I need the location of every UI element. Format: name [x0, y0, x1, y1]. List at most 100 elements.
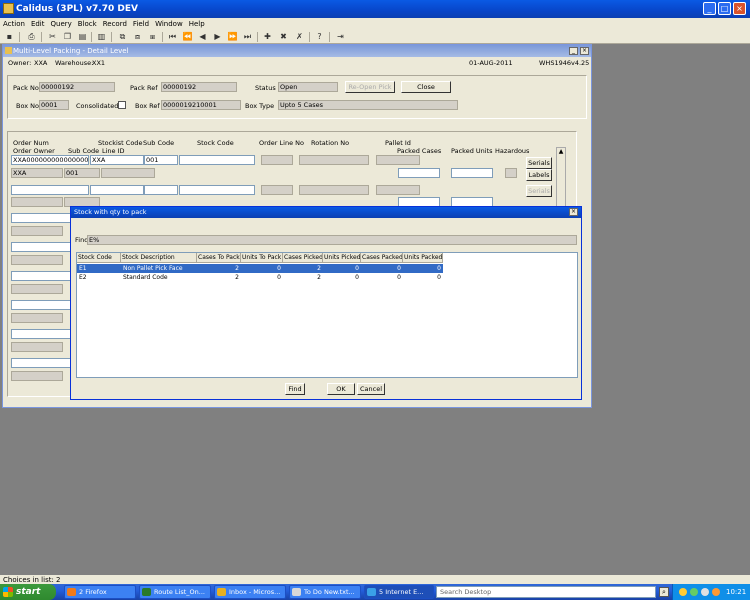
table-row[interactable]: E1 Non Pallet Pick Face 2 0 2 0 0 0 [77, 264, 443, 273]
delete-icon[interactable]: ▥ [96, 32, 107, 42]
cell-units-picked: 0 [355, 274, 359, 281]
menu-help[interactable]: Help [186, 18, 208, 30]
find-input[interactable]: E% [87, 235, 577, 245]
status-field[interactable]: Open [278, 82, 338, 92]
child-minimize-icon[interactable]: _ [569, 47, 578, 55]
stockist-code-field[interactable] [90, 185, 144, 195]
first-record-icon[interactable]: ⏮ [167, 32, 178, 42]
col-stock-description[interactable]: Stock Description [121, 253, 197, 263]
order-num-field[interactable] [11, 213, 71, 223]
cell-units-to-pack: 0 [241, 264, 283, 273]
tray-icon[interactable] [690, 588, 698, 596]
order-num-field[interactable] [11, 358, 71, 368]
last-record-icon[interactable]: ⏭ [242, 32, 253, 42]
app-title: Calidus (3PL) v7.70 DEV [16, 4, 138, 14]
tray-icon[interactable] [712, 588, 720, 596]
col-units-to-pack[interactable]: Units To Pack [241, 253, 283, 263]
ok-button[interactable]: OK [327, 383, 355, 395]
sub-code-field[interactable]: 001 [144, 155, 178, 165]
previous-set-icon[interactable]: ⏪ [182, 32, 193, 42]
cut-icon[interactable]: ✂ [47, 32, 58, 42]
menu-field[interactable]: Field [130, 18, 152, 30]
pallet-id-field [376, 155, 420, 165]
col-cases-picked[interactable]: Cases Picked [283, 253, 323, 263]
task-route-list[interactable]: Route List_On... [139, 585, 211, 599]
box-no-field[interactable]: 0001 [39, 100, 69, 110]
exit-icon[interactable]: ⇥ [335, 32, 346, 42]
col-units-packed[interactable]: Units Packed [403, 253, 443, 263]
order-num-field[interactable] [11, 242, 71, 252]
scroll-up-icon[interactable]: ▲ [557, 148, 565, 156]
print-icon[interactable]: ⎙ [26, 32, 37, 42]
order-num-field[interactable]: XXA000000000000000509 [11, 155, 89, 165]
cell-units-picked: 0 [323, 264, 361, 273]
clear-record-icon[interactable]: ✗ [294, 32, 305, 42]
order-num-field[interactable] [11, 185, 89, 195]
delete-record-icon[interactable]: ✖ [278, 32, 289, 42]
col-cases-to-pack[interactable]: Cases To Pack [197, 253, 241, 263]
menu-action[interactable]: Action [0, 18, 28, 30]
col-cases-packed[interactable]: Cases Packed [361, 253, 403, 263]
minimize-icon[interactable]: _ [703, 2, 716, 15]
next-record-icon[interactable]: ▶ [212, 32, 223, 42]
previous-record-icon[interactable]: ◀ [197, 32, 208, 42]
maximize-icon[interactable]: □ [718, 2, 731, 15]
serials-button[interactable]: Serials [526, 185, 552, 197]
next-set-icon[interactable]: ⏩ [227, 32, 238, 42]
task-label: To Do New.txt... [304, 588, 355, 596]
task-firefox[interactable]: 2 Firefox [64, 585, 136, 599]
box-ref-field[interactable]: 0000019210001 [161, 100, 241, 110]
query-icon[interactable]: ⧉ [117, 32, 128, 42]
labels-button[interactable]: Labels [526, 169, 552, 181]
col-units-picked[interactable]: Units Picked [323, 253, 361, 263]
order-num-field[interactable] [11, 271, 71, 281]
insert-record-icon[interactable]: ✚ [262, 32, 273, 42]
cell-stock-code: E1 [77, 264, 121, 273]
task-internet-explorer[interactable]: 5 Internet E... [364, 585, 434, 599]
close-icon[interactable]: × [733, 2, 746, 15]
execute-query-icon[interactable]: ⧈ [132, 32, 143, 42]
close-button[interactable]: Close [401, 81, 451, 93]
pack-no-field[interactable]: 00000192 [39, 82, 115, 92]
cancel-button[interactable]: Cancel [357, 383, 385, 395]
packed-units-field[interactable] [451, 168, 493, 178]
serials-button[interactable]: Serials [526, 157, 552, 169]
menu-window[interactable]: Window [152, 18, 186, 30]
stock-code-field[interactable] [179, 185, 255, 195]
task-todo[interactable]: To Do New.txt... [289, 585, 361, 599]
reopen-pick-button[interactable]: Re-Open Pick [345, 81, 395, 93]
stockist-code-field[interactable]: XXA [90, 155, 144, 165]
menu-edit[interactable]: Edit [28, 18, 48, 30]
tray-icon[interactable] [679, 588, 687, 596]
child-close-icon[interactable]: × [580, 47, 589, 55]
save-icon[interactable]: ▪ [4, 32, 15, 42]
menu-record[interactable]: Record [100, 18, 130, 30]
order-num-field[interactable] [11, 300, 71, 310]
packed-cases-field[interactable] [398, 168, 440, 178]
col-stock-code[interactable]: Stock Code [77, 253, 121, 263]
table-row[interactable]: E2 Standard Code 2 0 2 0 0 0 [77, 273, 443, 282]
tray-icon[interactable] [701, 588, 709, 596]
menu-query[interactable]: Query [48, 18, 75, 30]
warehouse-value: XX1 [92, 59, 106, 67]
search-icon[interactable]: ⌕ [659, 587, 669, 597]
find-button[interactable]: Find [285, 383, 305, 395]
box-no-label: Box No [16, 102, 39, 110]
cancel-query-icon[interactable]: ⧆ [147, 32, 158, 42]
sub-code-field[interactable] [144, 185, 178, 195]
start-button[interactable]: start [0, 584, 56, 600]
stock-code-field[interactable] [179, 155, 255, 165]
dialog-close-icon[interactable]: × [569, 208, 578, 216]
rotation-no-field [299, 185, 369, 195]
consolidated-checkbox[interactable] [118, 101, 126, 109]
copy-icon[interactable]: ❐ [62, 32, 73, 42]
help-icon[interactable]: ? [314, 32, 325, 42]
pallet-id-field [376, 185, 420, 195]
order-num-field[interactable] [11, 329, 71, 339]
desktop-search-input[interactable]: Search Desktop [436, 586, 656, 598]
task-inbox[interactable]: Inbox - Micros... [214, 585, 286, 599]
box-type-field[interactable]: Upto 5 Cases [278, 100, 458, 110]
pack-ref-field[interactable]: 00000192 [161, 82, 237, 92]
menu-block[interactable]: Block [75, 18, 100, 30]
paste-icon[interactable]: ▤ [77, 32, 88, 42]
